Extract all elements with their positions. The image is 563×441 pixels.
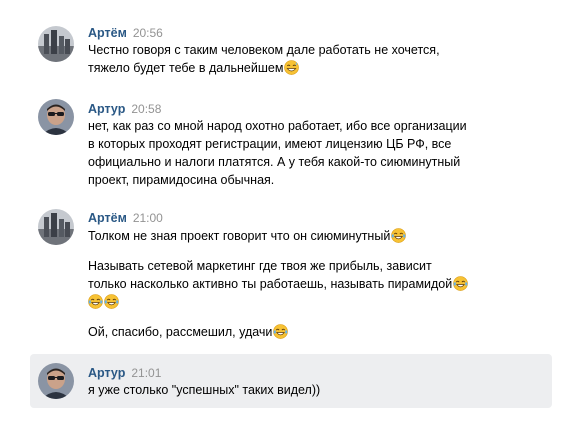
sweat-smile-emoji-icon [284, 60, 299, 75]
author-name[interactable]: Артём [88, 211, 127, 225]
author-name[interactable]: Артур [88, 366, 125, 380]
message-3: Артём 21:00 Толком не зная проект говорит… [30, 207, 552, 347]
avatar[interactable] [38, 26, 74, 62]
author-name[interactable]: Артём [88, 26, 127, 40]
message-4[interactable]: Артур 21:01 я уже столько "успешных" таки… [30, 354, 552, 408]
tears-of-joy-emoji-icon [88, 294, 103, 309]
message-text: Честно говоря с таким человеком дале раб… [88, 43, 440, 75]
message-text: нет, как раз со мной народ охотно работа… [88, 119, 467, 187]
tears-of-joy-emoji-icon [453, 276, 468, 291]
message-text: я уже столько "успешных" таких видел)) [88, 383, 321, 397]
message-1: Артём 20:56 Честно говоря с таким человек… [30, 22, 552, 82]
message-text: Толком не зная проект говорит что он сию… [88, 227, 538, 341]
message-time[interactable]: 20:56 [133, 26, 163, 40]
message-time[interactable]: 21:00 [133, 211, 163, 225]
tears-of-joy-emoji-icon [391, 228, 406, 243]
avatar[interactable] [38, 99, 74, 135]
author-name[interactable]: Артур [88, 102, 125, 116]
message-2: Артур 20:58 нет, как раз со мной народ ох… [30, 99, 552, 189]
avatar[interactable] [38, 363, 74, 399]
tears-of-joy-emoji-icon [104, 294, 119, 309]
avatar[interactable] [38, 209, 74, 245]
tears-of-joy-emoji-icon [273, 324, 288, 339]
message-time[interactable]: 21:01 [131, 366, 161, 380]
message-time[interactable]: 20:58 [131, 102, 161, 116]
